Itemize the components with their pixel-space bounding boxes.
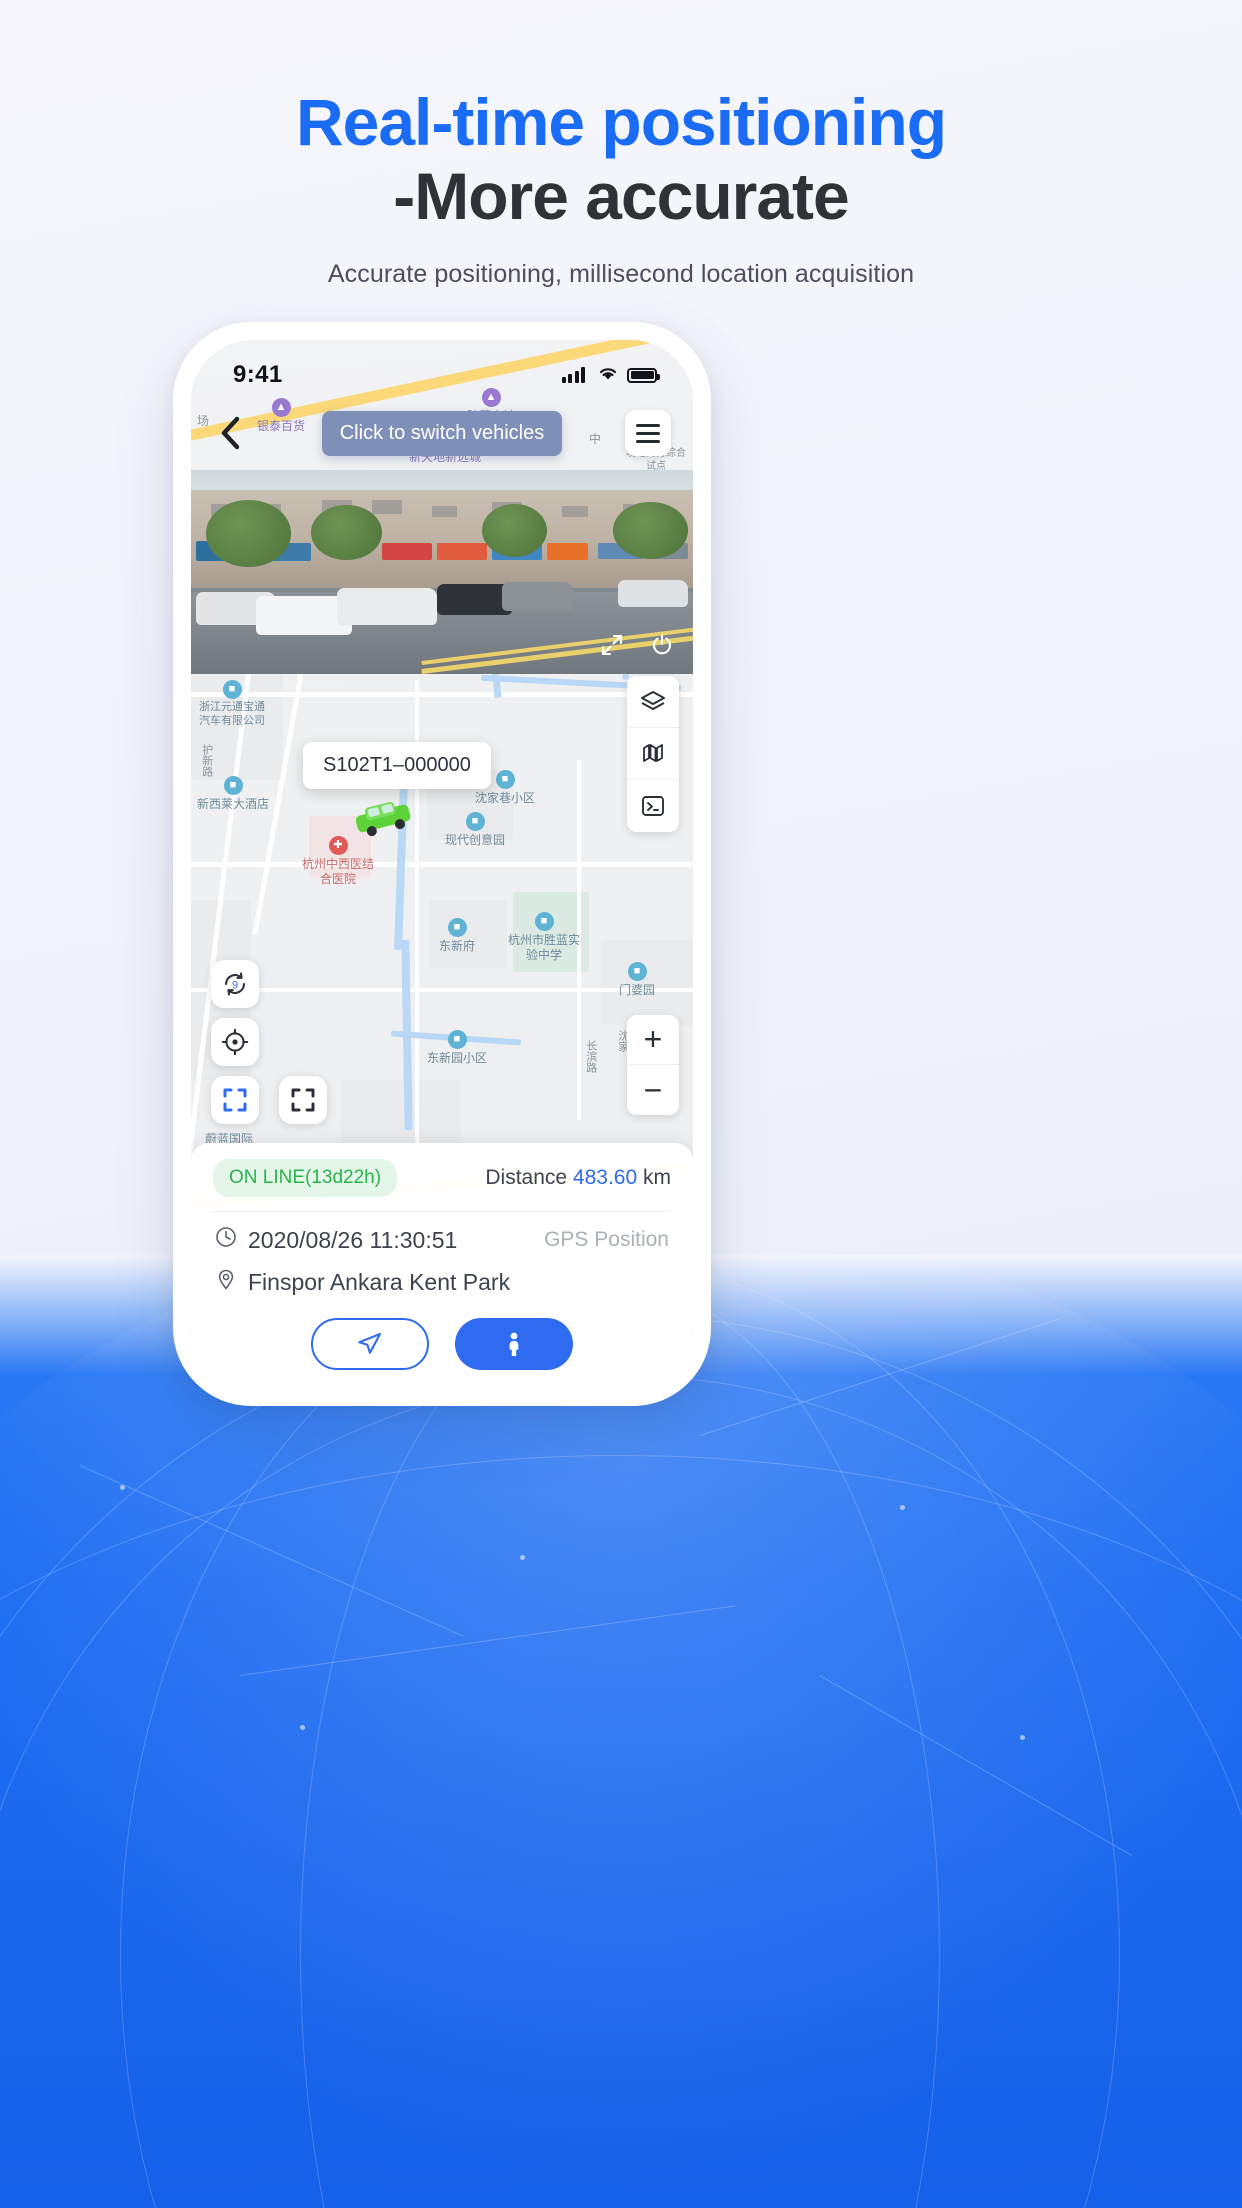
- map-poi[interactable]: ■ 东新园小区: [427, 1030, 487, 1066]
- map-poi-label: 新西莱大酒店: [197, 797, 270, 811]
- map-poi[interactable]: ■ 新西莱大酒店: [197, 776, 269, 812]
- locate-me-button[interactable]: [211, 1018, 259, 1066]
- signal-icon: [561, 367, 585, 383]
- battery-icon: [627, 367, 660, 383]
- globe-node: [900, 1505, 905, 1510]
- position-source-label: GPS Position: [544, 1228, 669, 1251]
- map-poi[interactable]: ■ 浙江元通宝通汽车有限公司: [195, 680, 269, 729]
- map-poi-label: 现代创意园: [445, 833, 506, 847]
- street-person-icon: [509, 1332, 519, 1356]
- zoom-in-button[interactable]: +: [627, 1015, 679, 1065]
- company-icon: ■: [222, 680, 242, 699]
- map-poi[interactable]: ■ 东新府: [439, 918, 475, 954]
- globe-node: [300, 1725, 305, 1730]
- school-icon: ■: [534, 912, 554, 931]
- hamburger-menu-icon[interactable]: [624, 410, 671, 456]
- map-poi-label: 浙江元通宝通汽车有限公司: [199, 701, 265, 727]
- street-view-button[interactable]: [455, 1318, 573, 1370]
- status-bar-time: 9:41: [233, 361, 283, 388]
- video-car: [617, 580, 688, 607]
- hotel-icon: ■: [223, 776, 243, 795]
- road-icon[interactable]: [627, 728, 679, 780]
- navigate-send-icon: [358, 1332, 382, 1354]
- power-icon[interactable]: [645, 628, 679, 662]
- globe-node: [1020, 1735, 1025, 1740]
- map-poi[interactable]: 护新路: [199, 744, 213, 777]
- map-pin-icon: [215, 1268, 237, 1296]
- zoom-out-button[interactable]: −: [627, 1065, 679, 1115]
- distance-value: 483.60: [572, 1166, 638, 1189]
- timestamp-text: 2020/08/26 11:30:51: [248, 1226, 458, 1253]
- map-poi-label: 门婆园: [619, 983, 656, 997]
- status-badge: ON LINE(13d22h): [213, 1159, 398, 1197]
- vehicle-marker-callout[interactable]: S102T1–000000: [303, 742, 491, 789]
- video-controls: [595, 628, 679, 662]
- page-subtitle: Accurate positioning, millisecond locati…: [327, 259, 915, 288]
- map-poi[interactable]: ■ 杭州市胜蓝实验中学: [507, 912, 581, 963]
- fullscreen-map-button[interactable]: [279, 1076, 327, 1124]
- globe-node: [120, 1485, 125, 1490]
- video-trees: [191, 499, 693, 585]
- distance-readout: Distance 483.60 km: [485, 1166, 671, 1190]
- map-road: [191, 988, 693, 992]
- park-icon: ■: [465, 812, 485, 831]
- map-poi[interactable]: ■ 门婆园: [619, 962, 655, 998]
- garden-icon: ■: [627, 962, 647, 981]
- map-poi-label: 护新路: [200, 744, 213, 777]
- timestamp-group: 2020/08/26 11:30:51: [215, 1226, 457, 1254]
- expand-arrows-icon[interactable]: [595, 628, 629, 662]
- address-group: Finspor Ankara Kent Park: [215, 1268, 510, 1296]
- address-row: Finspor Ankara Kent Park: [213, 1254, 671, 1296]
- vehicle-info-card: ON LINE(13d22h) Distance 483.60 km 2020/…: [191, 1143, 693, 1388]
- distance-label: Distance: [485, 1166, 568, 1189]
- phone-mockup: 场 ▲ 银泰百货 ▲ 跨墓小镇 新天地新远城 中 境电商务综合试点 ■ 浙江元通…: [173, 322, 711, 1406]
- wifi-icon: [597, 365, 619, 386]
- video-car: [336, 588, 437, 626]
- phone-screen: 场 ▲ 银泰百货 ▲ 跨墓小镇 新天地新远城 中 境电商务综合试点 ■ 浙江元通…: [191, 340, 693, 1388]
- auto-refresh-button[interactable]: 9: [211, 960, 259, 1008]
- video-car: [502, 582, 573, 611]
- hospital-icon: ✚: [328, 836, 348, 855]
- top-navigation-bar: Click to switch vehicles: [191, 402, 693, 464]
- page-header: Real-time positioning -More accurate Acc…: [0, 85, 1242, 289]
- residence-icon: ■: [495, 770, 515, 789]
- status-row: ON LINE(13d22h) Distance 483.60 km: [213, 1159, 671, 1211]
- map-poi-label: 杭州中西医结合医院: [301, 857, 374, 886]
- residence-icon: ■: [447, 1030, 467, 1049]
- live-video-panel[interactable]: [191, 470, 693, 674]
- map-poi-label: 东新府: [439, 939, 476, 953]
- back-button[interactable]: [209, 411, 253, 455]
- map-poi-label: 沈家巷小区: [475, 791, 536, 805]
- navigate-button[interactable]: [311, 1318, 429, 1370]
- switch-vehicles-tooltip[interactable]: Click to switch vehicles: [321, 410, 563, 456]
- map-poi[interactable]: ■ 现代创意园: [445, 812, 505, 848]
- address-text: Finspor Ankara Kent Park: [248, 1268, 511, 1295]
- timestamp-row: 2020/08/26 11:30:51 GPS Position: [213, 1212, 671, 1254]
- globe-node: [520, 1555, 525, 1560]
- status-bar-icons: [561, 365, 660, 386]
- globe-arc: [0, 1455, 1242, 2208]
- map-poi[interactable]: ✚ 杭州中西医结合医院: [299, 836, 377, 887]
- clock-icon: [215, 1226, 237, 1254]
- map-poi-label: 杭州市胜蓝实验中学: [507, 933, 580, 962]
- terminal-icon[interactable]: [627, 780, 679, 832]
- card-action-buttons: [213, 1296, 671, 1370]
- status-bar: 9:41: [191, 340, 693, 396]
- page-title-secondary: -More accurate: [393, 158, 850, 233]
- layers-icon[interactable]: [627, 676, 679, 728]
- page-title-primary: Real-time positioning: [295, 85, 947, 159]
- map-poi-label: 长滨路: [584, 1040, 597, 1073]
- map-poi-label: 东新园小区: [427, 1051, 488, 1065]
- map-right-controls: [627, 676, 679, 832]
- video-car: [436, 584, 513, 615]
- building-icon: ■: [447, 918, 467, 937]
- fit-bounds-button[interactable]: [211, 1076, 259, 1124]
- map-poi[interactable]: 长滨路: [583, 1040, 597, 1073]
- refresh-countdown-label: 9: [232, 980, 238, 992]
- map-zoom-controls: + −: [627, 1015, 679, 1115]
- distance-unit: km: [643, 1166, 671, 1189]
